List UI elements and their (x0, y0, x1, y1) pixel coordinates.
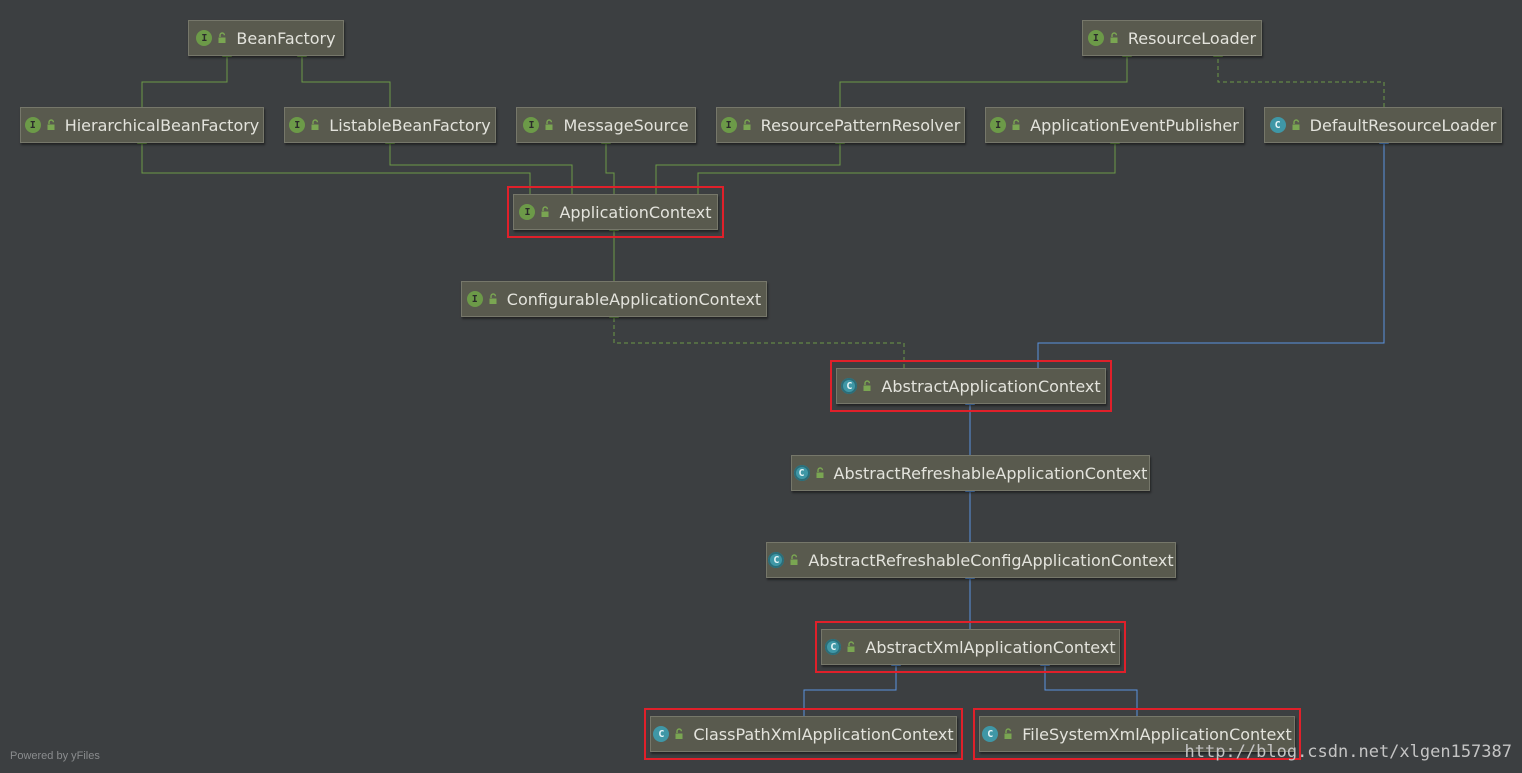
open-lock-icon (545, 119, 553, 130)
node-label: HierarchicalBeanFactory (64, 115, 260, 135)
node-label: ApplicationEventPublisher (1030, 115, 1239, 135)
node-label: ListableBeanFactory (329, 115, 491, 135)
edge-application-context-to-application-event-publisher (697, 134, 1120, 194)
node-message-source[interactable]: I MessageSource (516, 107, 696, 143)
interface-icon: I (24, 117, 41, 133)
abstract-class-icon: C (793, 465, 810, 481)
interface-icon: I (523, 117, 540, 133)
highlight-box-class-path-xml-application-context (644, 708, 963, 760)
open-lock-icon (790, 554, 798, 565)
node-label: ResourcePatternResolver (760, 115, 961, 135)
node-label: AbstractRefreshableConfigApplicationCont… (808, 550, 1174, 570)
interface-icon: I (289, 117, 306, 133)
edge-listable-bean-factory-to-bean-factory (297, 47, 391, 107)
highlight-box-application-context (507, 186, 724, 238)
highlight-box-abstract-application-context (830, 360, 1112, 412)
blog-watermark: http://blog.csdn.net/xlgen157387 (1184, 742, 1512, 762)
node-hierarchical-bean-factory[interactable]: I HierarchicalBeanFactory (20, 107, 264, 143)
interface-icon: I (466, 291, 483, 307)
abstract-class-icon: C (768, 552, 785, 568)
open-lock-icon (1292, 119, 1300, 130)
open-lock-icon (1012, 119, 1020, 130)
node-label: ResourceLoader (1127, 28, 1257, 48)
interface-icon: I (1087, 30, 1104, 46)
node-abstract-refreshable-config-application-context[interactable]: C AbstractRefreshableConfigApplicationCon… (766, 542, 1176, 578)
open-lock-icon (816, 467, 824, 478)
node-listable-bean-factory[interactable]: I ListableBeanFactory (284, 107, 496, 143)
node-resource-loader[interactable]: I ResourceLoader (1082, 20, 1262, 56)
class-icon: C (1269, 117, 1286, 133)
node-label: MessageSource (563, 115, 689, 135)
edge-default-resource-loader-to-resource-loader (1213, 47, 1385, 107)
node-configurable-application-context[interactable]: I ConfigurableApplicationContext (461, 281, 767, 317)
interface-icon: I (990, 117, 1007, 133)
node-abstract-refreshable-application-context[interactable]: C AbstractRefreshableApplicationContext (791, 455, 1150, 491)
edge-application-context-to-hierarchical-bean-factory (137, 134, 531, 194)
node-label: AbstractRefreshableApplicationContext (833, 463, 1148, 483)
node-application-event-publisher[interactable]: I ApplicationEventPublisher (985, 107, 1244, 143)
node-label: ConfigurableApplicationContext (506, 289, 762, 309)
edge-abstract-application-context-to-default-resource-loader (1037, 134, 1389, 368)
node-resource-pattern-resolver[interactable]: I ResourcePatternResolver (716, 107, 965, 143)
open-lock-icon (311, 119, 319, 130)
open-lock-icon (743, 119, 751, 130)
open-lock-icon (489, 293, 497, 304)
node-default-resource-loader[interactable]: C DefaultResourceLoader (1264, 107, 1502, 143)
interface-icon: I (720, 117, 737, 133)
interface-icon: I (196, 30, 213, 46)
node-label: DefaultResourceLoader (1309, 115, 1497, 135)
edge-resource-pattern-resolver-to-resource-loader (839, 47, 1132, 107)
node-label: BeanFactory (236, 28, 336, 48)
highlight-box-abstract-xml-application-context (815, 621, 1126, 673)
open-lock-icon (218, 32, 226, 43)
node-bean-factory[interactable]: I BeanFactory (188, 20, 344, 56)
open-lock-icon (1110, 32, 1118, 43)
edge-hierarchical-bean-factory-to-bean-factory (141, 47, 232, 107)
open-lock-icon (47, 119, 55, 130)
powered-by-footer: Powered by yFiles (10, 750, 100, 762)
